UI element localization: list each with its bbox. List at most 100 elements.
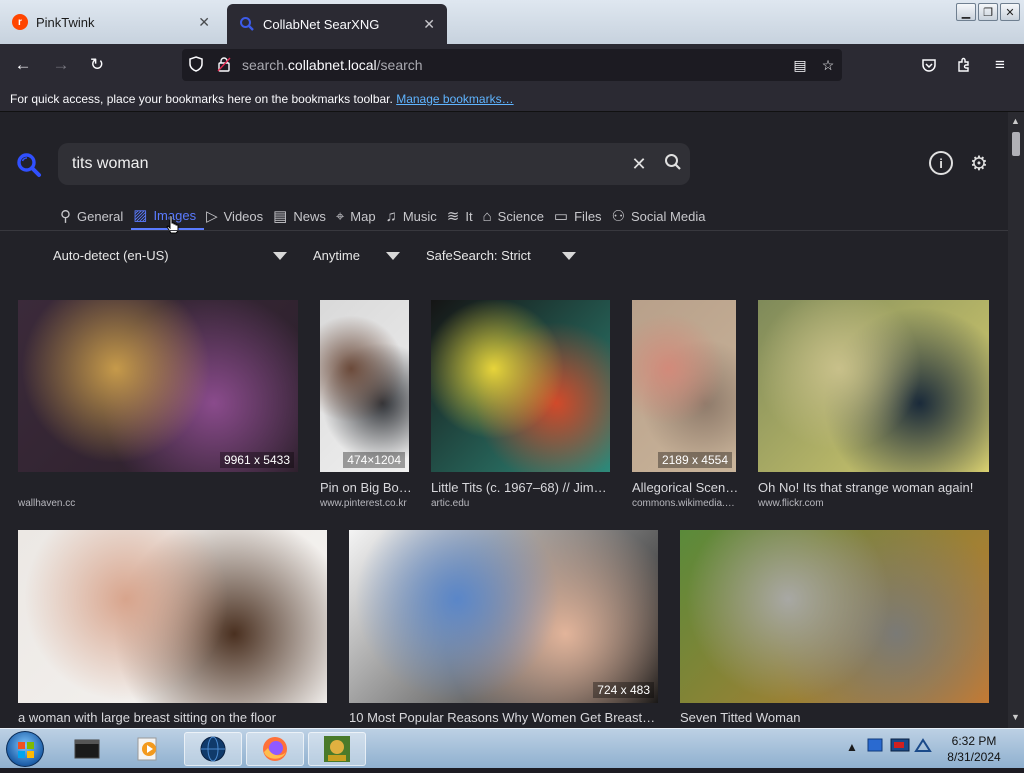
image-result[interactable]: Little Tits (c. 1967–68) // Jim… artic.e… xyxy=(431,300,610,520)
result-title[interactable]: Seven Titted Woman xyxy=(680,710,989,725)
archive-icon: ▭ xyxy=(553,208,569,225)
taskbar-box-app-icon[interactable] xyxy=(308,732,366,766)
clock-date: 8/31/2024 xyxy=(947,750,1001,764)
map-pin-icon: ⌖ xyxy=(335,207,345,225)
pocket-icon[interactable] xyxy=(916,52,942,78)
restore-button[interactable]: ❐ xyxy=(978,3,998,21)
chevron-down-icon xyxy=(273,252,287,260)
tab-science[interactable]: ⌂ Science xyxy=(481,202,552,230)
system-clock[interactable]: 6:32 PM 8/31/2024 xyxy=(936,733,1012,765)
scroll-up-icon[interactable]: ▲ xyxy=(1011,116,1020,126)
scrollbar-thumb[interactable] xyxy=(1012,132,1020,156)
tab-label: CollabNet SearXNG xyxy=(263,16,380,32)
image-result[interactable]: 474×1204 Pin on Big Bo… www.pinterest.co… xyxy=(320,300,412,520)
shield-icon[interactable] xyxy=(182,55,210,75)
result-title[interactable]: Little Tits (c. 1967–68) // Jim… xyxy=(431,480,610,495)
tab-general[interactable]: ⚲ General xyxy=(58,202,131,230)
close-tab-icon[interactable]: ✕ xyxy=(423,16,435,33)
image-result[interactable]: 724 x 483 10 Most Popular Reasons Why Wo… xyxy=(349,530,658,728)
search-icon: ⚲ xyxy=(60,208,71,225)
result-title[interactable]: Oh No! Its that strange woman again! xyxy=(758,480,989,495)
forward-button[interactable]: → xyxy=(48,52,74,78)
result-thumbnail[interactable] xyxy=(680,530,989,703)
tab-news[interactable]: ▤ News xyxy=(271,202,334,230)
result-thumbnail[interactable] xyxy=(320,300,409,472)
menu-icon[interactable]: ≡ xyxy=(987,52,1013,78)
start-button[interactable] xyxy=(6,731,44,767)
clear-search-icon[interactable]: ✕ xyxy=(622,154,656,175)
result-thumbnail[interactable] xyxy=(632,300,736,472)
address-bar[interactable]: search.collabnet.local/search ▤ ☆ xyxy=(182,49,842,81)
navigation-bar: ← → ↻ search.collabnet.local/search ▤ ☆ … xyxy=(0,44,1024,86)
layers-icon: ≋ xyxy=(446,208,460,225)
tab-social-media[interactable]: ⚇ Social Media xyxy=(610,202,714,230)
info-icon[interactable]: i xyxy=(929,151,953,175)
taskbar-terminal-icon[interactable] xyxy=(58,732,116,766)
image-result[interactable]: 9961 x 5433 wallhaven.cc xyxy=(18,300,298,520)
scroll-down-icon[interactable]: ▼ xyxy=(1011,712,1020,722)
result-source: artic.edu xyxy=(431,498,470,509)
settings-gear-icon[interactable]: ⚙ xyxy=(967,151,991,175)
result-title[interactable]: Pin on Big Bo… xyxy=(320,480,415,495)
people-icon: ⚇ xyxy=(611,208,626,225)
image-dimensions: 474×1204 xyxy=(343,452,405,468)
clock-time: 6:32 PM xyxy=(951,734,997,748)
search-box: tits woman ✕ xyxy=(58,143,690,185)
tab-label: PinkTwink xyxy=(36,14,95,30)
tab-collabnet-searxng[interactable]: CollabNet SearXNG ✕ xyxy=(227,4,447,44)
image-result[interactable]: a woman with large breast sitting on the… xyxy=(18,530,327,728)
result-thumbnail[interactable] xyxy=(349,530,658,703)
tray-network-icon[interactable] xyxy=(866,737,884,758)
tray-vpn-icon[interactable] xyxy=(914,737,932,758)
result-source: wallhaven.cc xyxy=(18,498,76,509)
reddit-icon: r xyxy=(12,14,28,30)
url-text[interactable]: search.collabnet.local/search xyxy=(242,57,786,73)
image-result[interactable]: 2189 x 4554 Allegorical Scen… commons.wi… xyxy=(632,300,738,520)
tab-map[interactable]: ⌖ Map xyxy=(334,202,384,230)
extensions-icon[interactable] xyxy=(951,52,977,78)
image-result[interactable]: Oh No! Its that strange woman again! www… xyxy=(758,300,989,520)
search-input[interactable]: tits woman xyxy=(72,155,622,173)
result-thumbnail[interactable] xyxy=(431,300,610,472)
window-controls: ▁ ❐ ✕ xyxy=(956,3,1020,21)
result-source: www.pinterest.co.kr xyxy=(320,498,407,509)
tab-music[interactable]: ♫ Music xyxy=(384,202,445,230)
searxng-page: tits woman ✕ i ⚙ ⚲ General ▨ Images ▷ Video… xyxy=(0,112,1008,728)
lock-icon[interactable] xyxy=(210,56,238,75)
taskbar-firefox-icon[interactable] xyxy=(246,732,304,766)
searxng-logo[interactable] xyxy=(16,152,42,185)
result-thumbnail[interactable] xyxy=(18,300,298,472)
result-source: www.flickr.com xyxy=(758,498,824,509)
close-tab-icon[interactable]: ✕ xyxy=(198,14,210,31)
bookmarks-hint: For quick access, place your bookmarks h… xyxy=(10,92,393,106)
image-icon: ▨ xyxy=(133,207,148,224)
windows-taskbar: ▲ 6:32 PM 8/31/2024 xyxy=(0,728,1024,768)
minimize-button[interactable]: ▁ xyxy=(956,3,976,21)
result-thumbnail[interactable] xyxy=(758,300,989,472)
image-result[interactable]: Seven Titted Woman xyxy=(680,530,989,728)
result-title[interactable]: Allegorical Scen… xyxy=(632,480,740,495)
result-thumbnail[interactable] xyxy=(18,530,327,703)
reader-view-icon[interactable]: ▤ xyxy=(786,57,814,74)
tab-files[interactable]: ▭ Files xyxy=(552,202,610,230)
search-submit-icon[interactable] xyxy=(656,153,690,176)
close-window-button[interactable]: ✕ xyxy=(1000,3,1020,21)
bookmark-star-icon[interactable]: ☆ xyxy=(814,57,842,74)
tab-it[interactable]: ≋ It xyxy=(445,202,481,230)
language-select[interactable]: Auto-detect (en-US) xyxy=(53,248,287,263)
result-title[interactable]: a woman with large breast sitting on the… xyxy=(18,710,327,725)
reload-button[interactable]: ↻ xyxy=(84,52,110,78)
safesearch-select[interactable]: SafeSearch: Strict xyxy=(426,248,576,263)
page-scrollbar[interactable]: ▲ ▼ xyxy=(1008,112,1024,728)
manage-bookmarks-link[interactable]: Manage bookmarks… xyxy=(396,92,513,106)
time-range-select[interactable]: Anytime xyxy=(313,248,400,263)
back-button[interactable]: ← xyxy=(10,52,36,78)
tab-videos[interactable]: ▷ Videos xyxy=(204,202,271,230)
taskbar-network-globe-icon[interactable] xyxy=(184,732,242,766)
show-hidden-icons-icon[interactable]: ▲ xyxy=(846,740,858,754)
result-source: commons.wikimedia.… xyxy=(632,498,735,509)
taskbar-media-player-icon[interactable] xyxy=(120,732,178,766)
tab-pinktwink[interactable]: r PinkTwink ✕ xyxy=(0,4,222,40)
tray-display-icon[interactable] xyxy=(890,737,910,758)
result-title[interactable]: 10 Most Popular Reasons Why Women Get Br… xyxy=(349,710,658,725)
